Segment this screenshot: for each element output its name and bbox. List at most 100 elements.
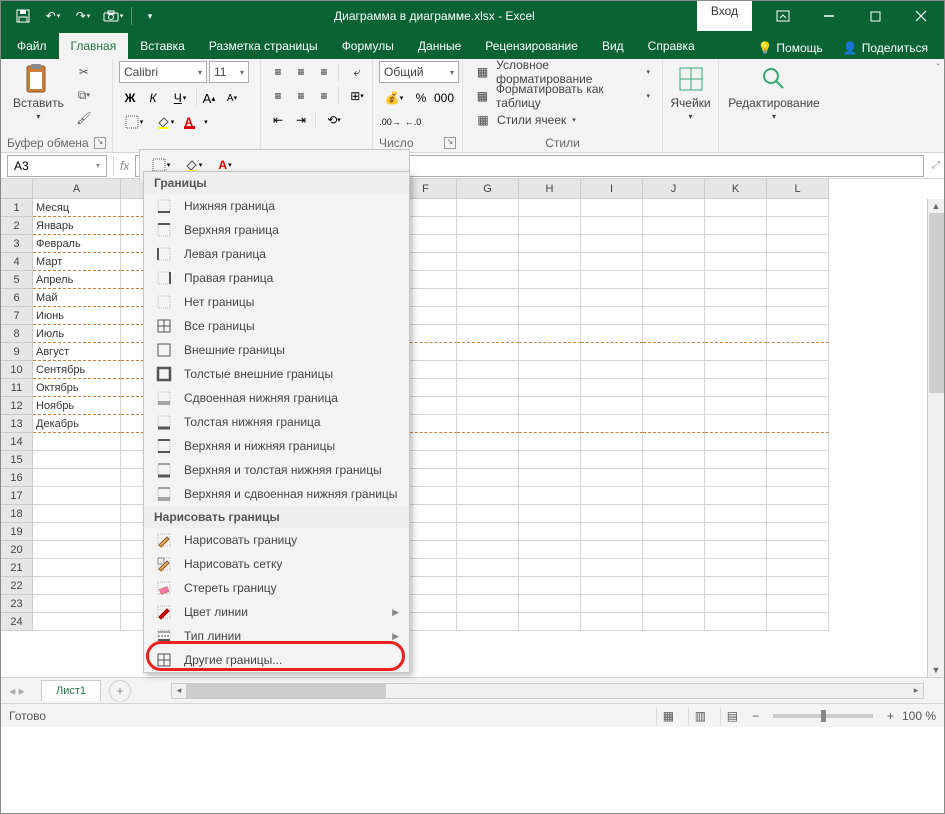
- editing-button[interactable]: Редактирование▾: [722, 61, 825, 125]
- italic-button[interactable]: К: [142, 87, 164, 109]
- cell[interactable]: [581, 505, 643, 523]
- cell[interactable]: [457, 469, 519, 487]
- cell[interactable]: [519, 289, 581, 307]
- cell[interactable]: [643, 469, 705, 487]
- cell[interactable]: [33, 451, 121, 469]
- row-header[interactable]: 15: [1, 451, 33, 469]
- border-option[interactable]: Верхняя и сдвоенная нижняя границы: [144, 482, 409, 506]
- cell[interactable]: Декабрь: [33, 415, 121, 433]
- tab-pagelayout[interactable]: Разметка страницы: [197, 33, 330, 59]
- cell[interactable]: [581, 415, 643, 433]
- cell[interactable]: [643, 307, 705, 325]
- cell[interactable]: Январь: [33, 217, 121, 235]
- col-header[interactable]: A: [33, 179, 121, 199]
- border-option[interactable]: Левая граница: [144, 242, 409, 266]
- increase-decimal-icon[interactable]: .00→: [379, 111, 401, 133]
- cell[interactable]: Сентябрь: [33, 361, 121, 379]
- cell[interactable]: [457, 577, 519, 595]
- cell[interactable]: [705, 505, 767, 523]
- cell[interactable]: [767, 577, 829, 595]
- cell[interactable]: Месяц: [33, 199, 121, 217]
- border-option[interactable]: Толстая нижняя граница: [144, 410, 409, 434]
- row-header[interactable]: 2: [1, 217, 33, 235]
- row-header[interactable]: 19: [1, 523, 33, 541]
- cell[interactable]: [581, 451, 643, 469]
- cell[interactable]: [705, 271, 767, 289]
- clipboard-launcher[interactable]: ↘: [94, 137, 106, 149]
- tab-data[interactable]: Данные: [406, 33, 473, 59]
- conditional-formatting-button[interactable]: ▦Условное форматирование▾: [469, 61, 656, 83]
- cell[interactable]: [767, 217, 829, 235]
- cell[interactable]: [457, 307, 519, 325]
- cell[interactable]: [581, 379, 643, 397]
- cell[interactable]: [767, 343, 829, 361]
- cell[interactable]: [643, 289, 705, 307]
- cell[interactable]: [33, 523, 121, 541]
- cell[interactable]: Июль: [33, 325, 121, 343]
- cell[interactable]: [705, 217, 767, 235]
- cell[interactable]: [705, 325, 767, 343]
- cell[interactable]: [767, 523, 829, 541]
- cell[interactable]: [705, 469, 767, 487]
- cell[interactable]: [457, 433, 519, 451]
- qat-customize-icon[interactable]: ▾: [136, 2, 164, 30]
- cell[interactable]: [581, 199, 643, 217]
- bold-button[interactable]: Ж: [119, 87, 141, 109]
- cell[interactable]: [581, 433, 643, 451]
- cell[interactable]: Июнь: [33, 307, 121, 325]
- cell[interactable]: [643, 523, 705, 541]
- number-format-combo[interactable]: Общий▾: [379, 61, 459, 83]
- align-center-icon[interactable]: ≡: [290, 85, 312, 107]
- cell[interactable]: [581, 577, 643, 595]
- cell[interactable]: [457, 397, 519, 415]
- cell[interactable]: Май: [33, 289, 121, 307]
- cell[interactable]: [705, 541, 767, 559]
- row-header[interactable]: 3: [1, 235, 33, 253]
- cell[interactable]: Февраль: [33, 235, 121, 253]
- row-header[interactable]: 4: [1, 253, 33, 271]
- cell[interactable]: [33, 487, 121, 505]
- row-header[interactable]: 14: [1, 433, 33, 451]
- cell[interactable]: [643, 217, 705, 235]
- cell[interactable]: [705, 379, 767, 397]
- cell-styles-button[interactable]: ▦Стили ячеек▾: [469, 109, 582, 131]
- cell[interactable]: [767, 505, 829, 523]
- cell[interactable]: [457, 379, 519, 397]
- fill-color-button[interactable]: ▾: [150, 111, 180, 133]
- cell[interactable]: [457, 487, 519, 505]
- cell[interactable]: [581, 595, 643, 613]
- cell[interactable]: [705, 235, 767, 253]
- draw-border-option[interactable]: Цвет линии▶: [144, 600, 409, 624]
- cell[interactable]: [581, 523, 643, 541]
- col-header[interactable]: I: [581, 179, 643, 199]
- cell[interactable]: [33, 541, 121, 559]
- comma-icon[interactable]: 000: [433, 87, 455, 109]
- row-header[interactable]: 23: [1, 595, 33, 613]
- normal-view-icon[interactable]: ▦: [656, 707, 680, 725]
- horizontal-scrollbar[interactable]: ◂▸: [171, 683, 924, 699]
- row-header[interactable]: 5: [1, 271, 33, 289]
- cell[interactable]: [767, 487, 829, 505]
- row-header[interactable]: 11: [1, 379, 33, 397]
- cell[interactable]: [767, 613, 829, 631]
- expand-formula-icon[interactable]: ⤢: [932, 160, 940, 171]
- number-launcher[interactable]: ↘: [444, 137, 456, 149]
- minimize-button[interactable]: [806, 1, 852, 31]
- cell[interactable]: [767, 397, 829, 415]
- cell[interactable]: [705, 253, 767, 271]
- cell[interactable]: [705, 343, 767, 361]
- cell[interactable]: [705, 289, 767, 307]
- row-header[interactable]: 1: [1, 199, 33, 217]
- cell[interactable]: [457, 217, 519, 235]
- cell[interactable]: [33, 577, 121, 595]
- align-right-icon[interactable]: ≡: [313, 85, 335, 107]
- border-option[interactable]: Нижняя граница: [144, 194, 409, 218]
- cell[interactable]: [519, 199, 581, 217]
- border-option[interactable]: Нет границы: [144, 290, 409, 314]
- cell[interactable]: [643, 271, 705, 289]
- cell[interactable]: [581, 217, 643, 235]
- cell[interactable]: [767, 199, 829, 217]
- cell[interactable]: [457, 451, 519, 469]
- cell[interactable]: [643, 361, 705, 379]
- cell[interactable]: [519, 577, 581, 595]
